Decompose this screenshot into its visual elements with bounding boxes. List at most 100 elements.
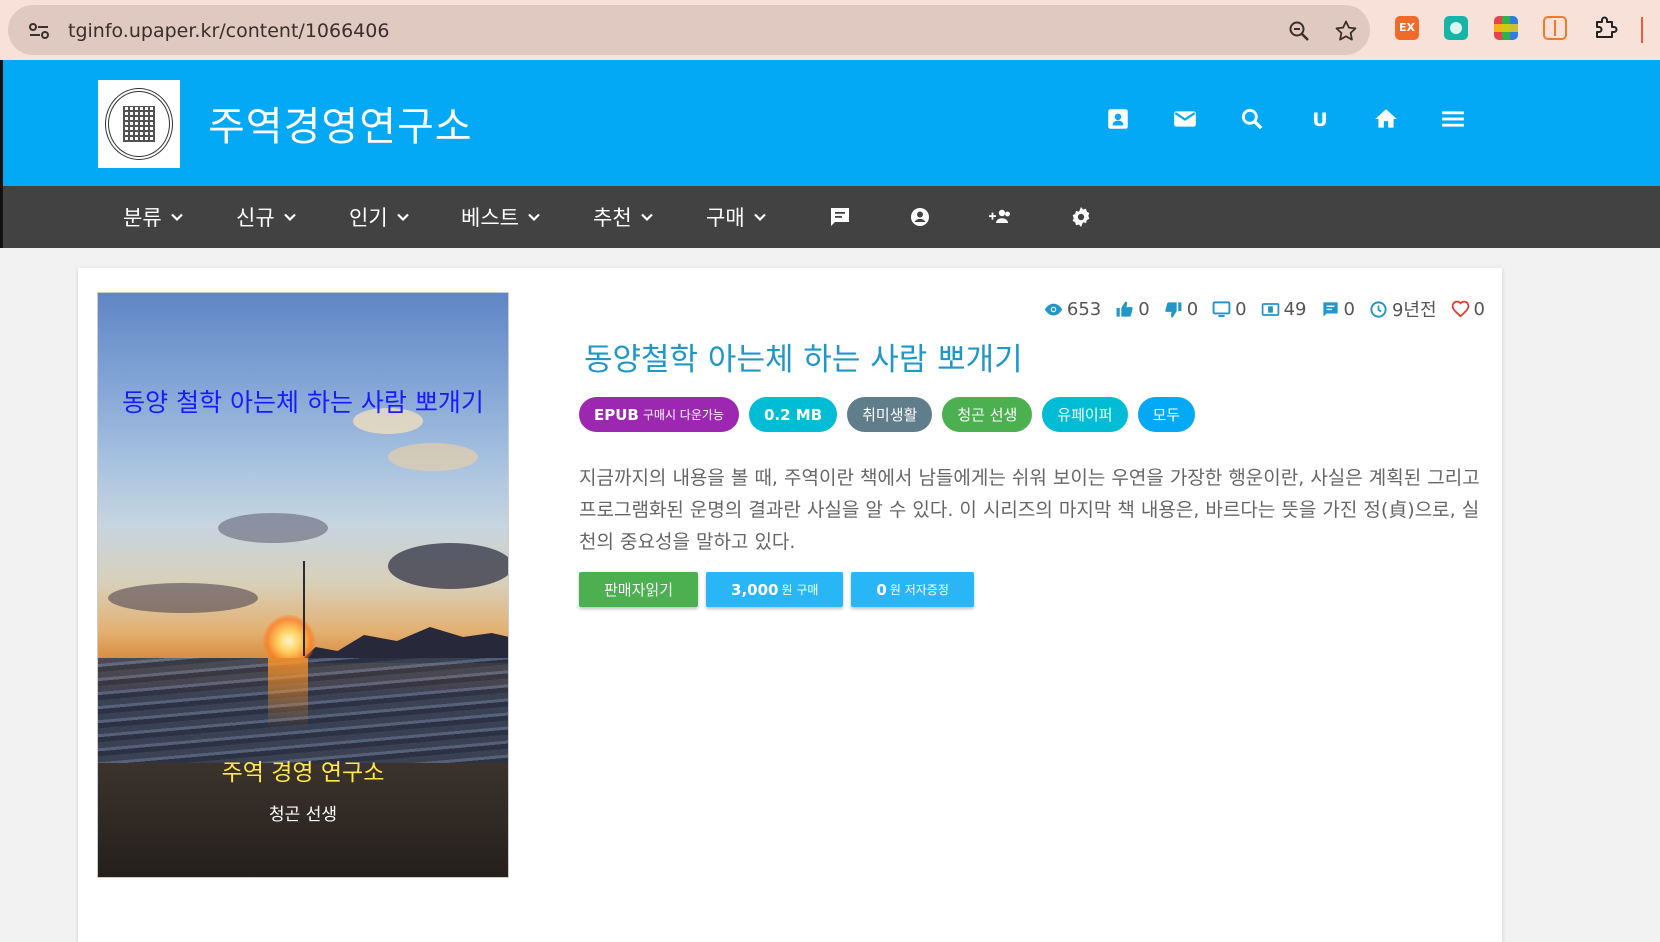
comments-stat: 0 xyxy=(1321,299,1355,320)
buy-button[interactable]: 3,000 원 구매 xyxy=(706,572,844,607)
cover-cloud xyxy=(108,583,258,613)
action-buttons: 판매자읽기 3,000 원 구매 0 원 저자증정 xyxy=(579,572,974,607)
comments-count: 0 xyxy=(1343,298,1355,320)
zoom-icon[interactable] xyxy=(1288,20,1310,42)
nav-best[interactable]: 베스트 xyxy=(461,203,541,231)
thumb-down-icon xyxy=(1164,301,1182,317)
tag-publisher[interactable]: 유페이퍼 xyxy=(1042,397,1128,432)
nav-label: 인기 xyxy=(349,206,388,230)
nav-label: 분류 xyxy=(123,206,162,230)
chevron-down-icon xyxy=(396,213,409,222)
hearts-count: 0 xyxy=(1473,298,1485,320)
chevron-down-icon xyxy=(753,213,766,222)
cover-publisher: 주역 경영 연구소 xyxy=(221,760,385,786)
chevron-down-icon xyxy=(283,213,296,222)
nav-recommend[interactable]: 추천 xyxy=(593,203,654,231)
money-icon xyxy=(1261,302,1279,316)
logo-seal-icon xyxy=(105,88,173,160)
cover-sun-reflection xyxy=(268,658,308,728)
time-ago: 9년전 xyxy=(1391,300,1437,321)
extension-color-grid-icon[interactable] xyxy=(1494,16,1518,40)
book-cover[interactable]: 동양 철학 아는체 하는 사람 뽀개기 주역 경영 연구소 청곤 선생 xyxy=(97,292,509,878)
extension-layout-icon[interactable] xyxy=(1543,16,1567,40)
likes-stat[interactable]: 0 xyxy=(1115,298,1150,320)
nav-label: 베스트 xyxy=(461,206,519,230)
cover-title: 동양 철학 아는체 하는 사람 뽀개기 xyxy=(122,388,484,417)
money-stat: 49 xyxy=(1261,299,1307,320)
views-stat: 653 xyxy=(1044,299,1101,320)
author-gift-button[interactable]: 0 원 저자증정 xyxy=(851,572,974,607)
nav-new[interactable]: 신규 xyxy=(236,203,297,231)
site-logo[interactable] xyxy=(98,80,180,168)
mail-icon[interactable] xyxy=(1172,106,1202,136)
tag-file-size: 0.2 MB xyxy=(748,397,838,432)
chat-icon[interactable] xyxy=(828,205,852,229)
tag-epub-main: EPUB xyxy=(594,405,639,424)
home-icon[interactable] xyxy=(1373,106,1403,136)
tag-audience[interactable]: 모두 xyxy=(1137,397,1196,432)
buy-price: 3,000 xyxy=(731,580,779,599)
extension-ex-icon[interactable]: EX xyxy=(1395,16,1419,40)
likes-count: 0 xyxy=(1138,298,1150,320)
toolbar-divider xyxy=(1641,17,1643,43)
nav-label: 신규 xyxy=(236,206,275,230)
cover-cloud xyxy=(388,543,508,589)
settings-icon[interactable] xyxy=(1069,205,1093,229)
url-text[interactable]: tginfo.upaper.kr/content/1066406 xyxy=(68,20,389,42)
chevron-down-icon xyxy=(640,213,653,222)
seller-read-button[interactable]: 판매자읽기 xyxy=(579,572,699,607)
cover-cloud xyxy=(218,513,328,543)
cover-author: 청곤 선생 xyxy=(269,805,337,825)
u-icon[interactable]: U xyxy=(1305,106,1335,136)
search-icon[interactable] xyxy=(1239,106,1269,136)
screens-count: 0 xyxy=(1235,298,1247,320)
address-bar[interactable]: tginfo.upaper.kr/content/1066406 xyxy=(8,5,1370,55)
views-count: 653 xyxy=(1066,298,1102,320)
eye-icon xyxy=(1044,303,1063,315)
nav-purchase[interactable]: 구매 xyxy=(706,203,767,231)
monitor-icon xyxy=(1212,300,1231,317)
tag-author[interactable]: 청곤 선생 xyxy=(942,397,1033,432)
heart-icon xyxy=(1451,300,1469,317)
site-info-icon[interactable] xyxy=(28,22,50,40)
money-count: 49 xyxy=(1283,298,1307,320)
dislikes-stat[interactable]: 0 xyxy=(1164,299,1198,320)
nav-label: 추천 xyxy=(593,206,632,230)
bookmark-star-icon[interactable] xyxy=(1334,19,1358,43)
tag-epub[interactable]: EPUB 구매시 다운가능 xyxy=(579,397,739,432)
buy-suffix: 원 구매 xyxy=(781,583,819,597)
nav-popular[interactable]: 인기 xyxy=(349,203,410,231)
menu-icon[interactable] xyxy=(1440,106,1470,136)
site-header: 주역경영연구소 U xyxy=(0,60,1660,186)
stats-row: 653 0 0 0 49 0 9년전 0 xyxy=(1044,296,1485,322)
chevron-down-icon xyxy=(528,213,540,222)
tag-row: EPUB 구매시 다운가능 0.2 MB 취미생활 청곤 선생 유페이퍼 모두 xyxy=(579,397,1196,432)
gift-suffix: 원 저자증정 xyxy=(889,583,949,597)
time-stat: 9년전 xyxy=(1369,296,1437,322)
comment-icon xyxy=(1322,301,1338,317)
thumb-up-icon xyxy=(1116,301,1133,317)
group-add-icon[interactable] xyxy=(988,205,1012,229)
site-title[interactable]: 주역경영연구소 xyxy=(208,94,473,152)
contact-card-icon[interactable] xyxy=(1105,106,1135,136)
cover-cloud xyxy=(388,443,478,471)
gift-price: 0 xyxy=(876,580,887,599)
account-circle-icon[interactable] xyxy=(908,205,932,229)
book-title: 동양철학 아는체 하는 사람 뽀개기 xyxy=(584,342,1023,378)
chevron-down-icon xyxy=(170,213,183,222)
tag-category[interactable]: 취미생활 xyxy=(847,397,933,432)
dislikes-count: 0 xyxy=(1186,298,1199,320)
extension-green-icon[interactable] xyxy=(1444,16,1468,40)
browser-toolbar: tginfo.upaper.kr/content/1066406 EX xyxy=(0,0,1660,60)
hearts-stat[interactable]: 0 xyxy=(1451,299,1485,320)
screens-stat: 0 xyxy=(1212,298,1247,320)
main-nav: 분류 신규 인기 베스트 추천 구매 xyxy=(0,186,1660,248)
nav-label: 구매 xyxy=(706,206,745,230)
cover-boat-mast xyxy=(303,561,305,656)
clock-icon xyxy=(1370,300,1387,318)
tag-epub-sub: 구매시 다운가능 xyxy=(642,408,724,422)
nav-category[interactable]: 분류 xyxy=(123,203,184,231)
cover-mountains xyxy=(298,627,508,663)
book-description: 지금까지의 내용을 볼 때, 주역이란 책에서 남들에게는 쉬워 보이는 우연을… xyxy=(579,467,1480,553)
extensions-puzzle-icon[interactable] xyxy=(1593,14,1619,40)
